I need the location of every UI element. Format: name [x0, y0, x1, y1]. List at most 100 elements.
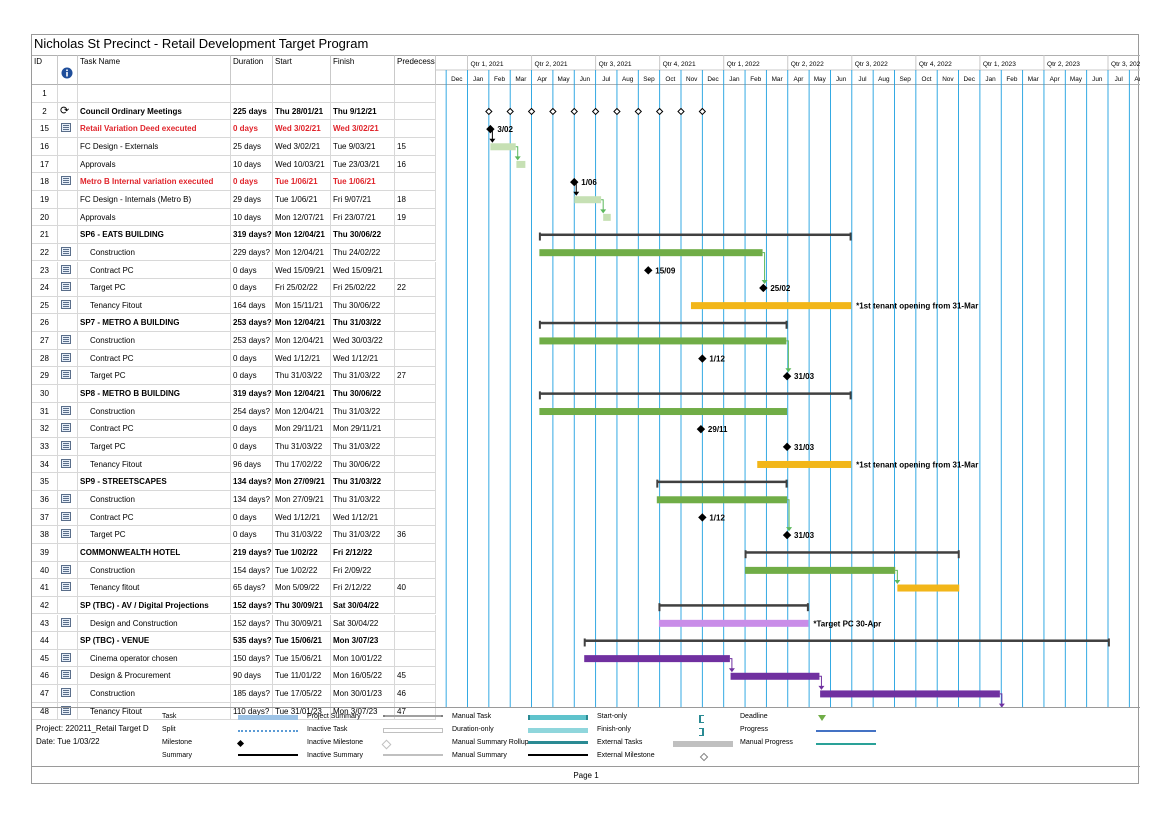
- cell-name[interactable]: Construction: [78, 685, 231, 703]
- cell-start[interactable]: Mon 29/11/21: [273, 420, 331, 438]
- cell-name[interactable]: Construction: [78, 402, 231, 420]
- cell-name[interactable]: Target PC: [78, 367, 231, 385]
- cell-pred[interactable]: [395, 561, 436, 579]
- cell-pred[interactable]: [395, 173, 436, 191]
- cell-finish[interactable]: Mon 16/05/22: [331, 667, 395, 685]
- table-row[interactable]: 35 SP9 - STREETSCAPES 134 days? Mon 27/09/2…: [32, 473, 436, 491]
- cell-name[interactable]: Target PC: [78, 438, 231, 455]
- cell-dur[interactable]: 229 days?: [231, 243, 273, 261]
- cell-name[interactable]: Approvals: [78, 208, 231, 226]
- cell-pred[interactable]: [395, 349, 436, 367]
- table-row[interactable]: 37 Contract PC 0 days Wed 1/12/21 Wed 1/12/2…: [32, 508, 436, 527]
- column-header-finish[interactable]: Finish: [331, 55, 395, 85]
- cell-finish[interactable]: Wed 15/09/21: [331, 261, 395, 279]
- cell-dur[interactable]: 0 days: [231, 508, 273, 526]
- cell-pred[interactable]: [395, 314, 436, 332]
- cell-dur[interactable]: 0 days: [231, 367, 273, 385]
- cell-start[interactable]: Fri 25/02/22: [273, 279, 331, 297]
- cell-id[interactable]: 1: [32, 85, 58, 102]
- cell-name[interactable]: Contract PC: [78, 261, 231, 279]
- cell-finish[interactable]: Sat 30/04/22: [331, 596, 395, 614]
- cell-name[interactable]: Tenancy Fitout: [78, 296, 231, 314]
- cell-pred[interactable]: 46: [395, 685, 436, 703]
- cell-id[interactable]: 21: [32, 226, 58, 244]
- cell-finish[interactable]: Mon 29/11/21: [331, 420, 395, 438]
- cell-id[interactable]: 18: [32, 173, 58, 191]
- cell-finish[interactable]: Thu 31/03/22: [331, 438, 395, 455]
- cell-finish[interactable]: Fri 2/09/22: [331, 561, 395, 579]
- table-row[interactable]: 42 SP (TBC) - AV / Digital Projections 152…: [32, 596, 436, 615]
- cell-start[interactable]: Mon 12/04/21: [273, 314, 331, 332]
- cell-start[interactable]: Mon 12/04/21: [273, 385, 331, 403]
- cell-pred[interactable]: [395, 632, 436, 650]
- cell-dur[interactable]: 254 days?: [231, 402, 273, 420]
- column-header-task-name[interactable]: Task Name: [78, 55, 231, 85]
- cell-id[interactable]: 31: [32, 402, 58, 420]
- table-row[interactable]: 17 Approvals 10 days Wed 10/03/21 Tue 23/03/…: [32, 155, 436, 174]
- table-row[interactable]: 47 Construction 185 days? Tue 17/05/22 Mon 3…: [32, 685, 436, 703]
- cell-pred[interactable]: [395, 296, 436, 314]
- cell-pred[interactable]: 36: [395, 526, 436, 544]
- cell-start[interactable]: Mon 15/11/21: [273, 296, 331, 314]
- cell-finish[interactable]: Wed 1/12/21: [331, 349, 395, 367]
- cell-dur[interactable]: 253 days?: [231, 314, 273, 332]
- cell-pred[interactable]: [395, 508, 436, 526]
- table-row[interactable]: 31 Construction 254 days? Mon 12/04/21 Thu 3…: [32, 402, 436, 421]
- cell-finish[interactable]: Fri 9/07/21: [331, 190, 395, 208]
- cell-pred[interactable]: [395, 402, 436, 420]
- cell-id[interactable]: 35: [32, 473, 58, 491]
- cell-pred[interactable]: [395, 261, 436, 279]
- cell-dur[interactable]: 0 days: [231, 438, 273, 455]
- cell-dur[interactable]: 90 days: [231, 667, 273, 685]
- cell-start[interactable]: Mon 5/09/22: [273, 579, 331, 597]
- table-row[interactable]: 43 Design and Construction 152 days? Thu 30…: [32, 614, 436, 633]
- cell-pred[interactable]: 16: [395, 155, 436, 173]
- cell-start[interactable]: Tue 1/02/22: [273, 561, 331, 579]
- cell-finish[interactable]: [331, 85, 395, 102]
- cell-finish[interactable]: Mon 3/07/23: [331, 632, 395, 650]
- cell-id[interactable]: 28: [32, 349, 58, 367]
- cell-pred[interactable]: [395, 455, 436, 473]
- cell-start[interactable]: Tue 1/06/21: [273, 173, 331, 191]
- cell-finish[interactable]: Sat 30/04/22: [331, 614, 395, 632]
- cell-dur[interactable]: 0 days: [231, 120, 273, 138]
- cell-id[interactable]: 26: [32, 314, 58, 332]
- cell-start[interactable]: Wed 3/02/21: [273, 120, 331, 138]
- cell-dur[interactable]: [231, 85, 273, 102]
- column-header-start[interactable]: Start: [273, 55, 331, 85]
- cell-start[interactable]: Tue 1/02/22: [273, 543, 331, 561]
- cell-pred[interactable]: [395, 614, 436, 632]
- table-row[interactable]: 19 FC Design - Internals (Metro B) 29 days…: [32, 190, 436, 209]
- cell-finish[interactable]: Fri 2/12/22: [331, 579, 395, 597]
- cell-dur[interactable]: 0 days: [231, 349, 273, 367]
- cell-name[interactable]: [78, 85, 231, 102]
- cell-name[interactable]: Target PC: [78, 279, 231, 297]
- column-header-indicators[interactable]: [58, 55, 78, 85]
- cell-start[interactable]: Thu 17/02/22: [273, 455, 331, 473]
- table-row[interactable]: 46 Design & Procurement 90 days Tue 11/01/2…: [32, 667, 436, 686]
- cell-pred[interactable]: 27: [395, 367, 436, 385]
- cell-dur[interactable]: 134 days?: [231, 473, 273, 491]
- cell-start[interactable]: Tue 15/06/21: [273, 649, 331, 667]
- cell-name[interactable]: Contract PC: [78, 420, 231, 438]
- cell-start[interactable]: Mon 12/04/21: [273, 243, 331, 261]
- cell-pred[interactable]: [395, 438, 436, 455]
- cell-name[interactable]: COMMONWEALTH HOTEL: [78, 543, 231, 561]
- cell-start[interactable]: Mon 27/09/21: [273, 490, 331, 508]
- cell-start[interactable]: Tue 17/05/22: [273, 685, 331, 703]
- cell-id[interactable]: 20: [32, 208, 58, 226]
- cell-id[interactable]: 39: [32, 543, 58, 561]
- cell-id[interactable]: 27: [32, 332, 58, 350]
- cell-finish[interactable]: Thu 24/02/22: [331, 243, 395, 261]
- cell-finish[interactable]: Thu 31/03/22: [331, 526, 395, 544]
- cell-dur[interactable]: 0 days: [231, 279, 273, 297]
- cell-dur[interactable]: 164 days: [231, 296, 273, 314]
- cell-dur[interactable]: 152 days?: [231, 596, 273, 614]
- cell-name[interactable]: SP (TBC) - VENUE: [78, 632, 231, 650]
- cell-finish[interactable]: Thu 30/06/22: [331, 296, 395, 314]
- cell-dur[interactable]: 96 days: [231, 455, 273, 473]
- cell-pred[interactable]: 15: [395, 137, 436, 155]
- cell-id[interactable]: 38: [32, 526, 58, 544]
- cell-finish[interactable]: Tue 1/06/21: [331, 173, 395, 191]
- cell-start[interactable]: Mon 12/04/21: [273, 226, 331, 244]
